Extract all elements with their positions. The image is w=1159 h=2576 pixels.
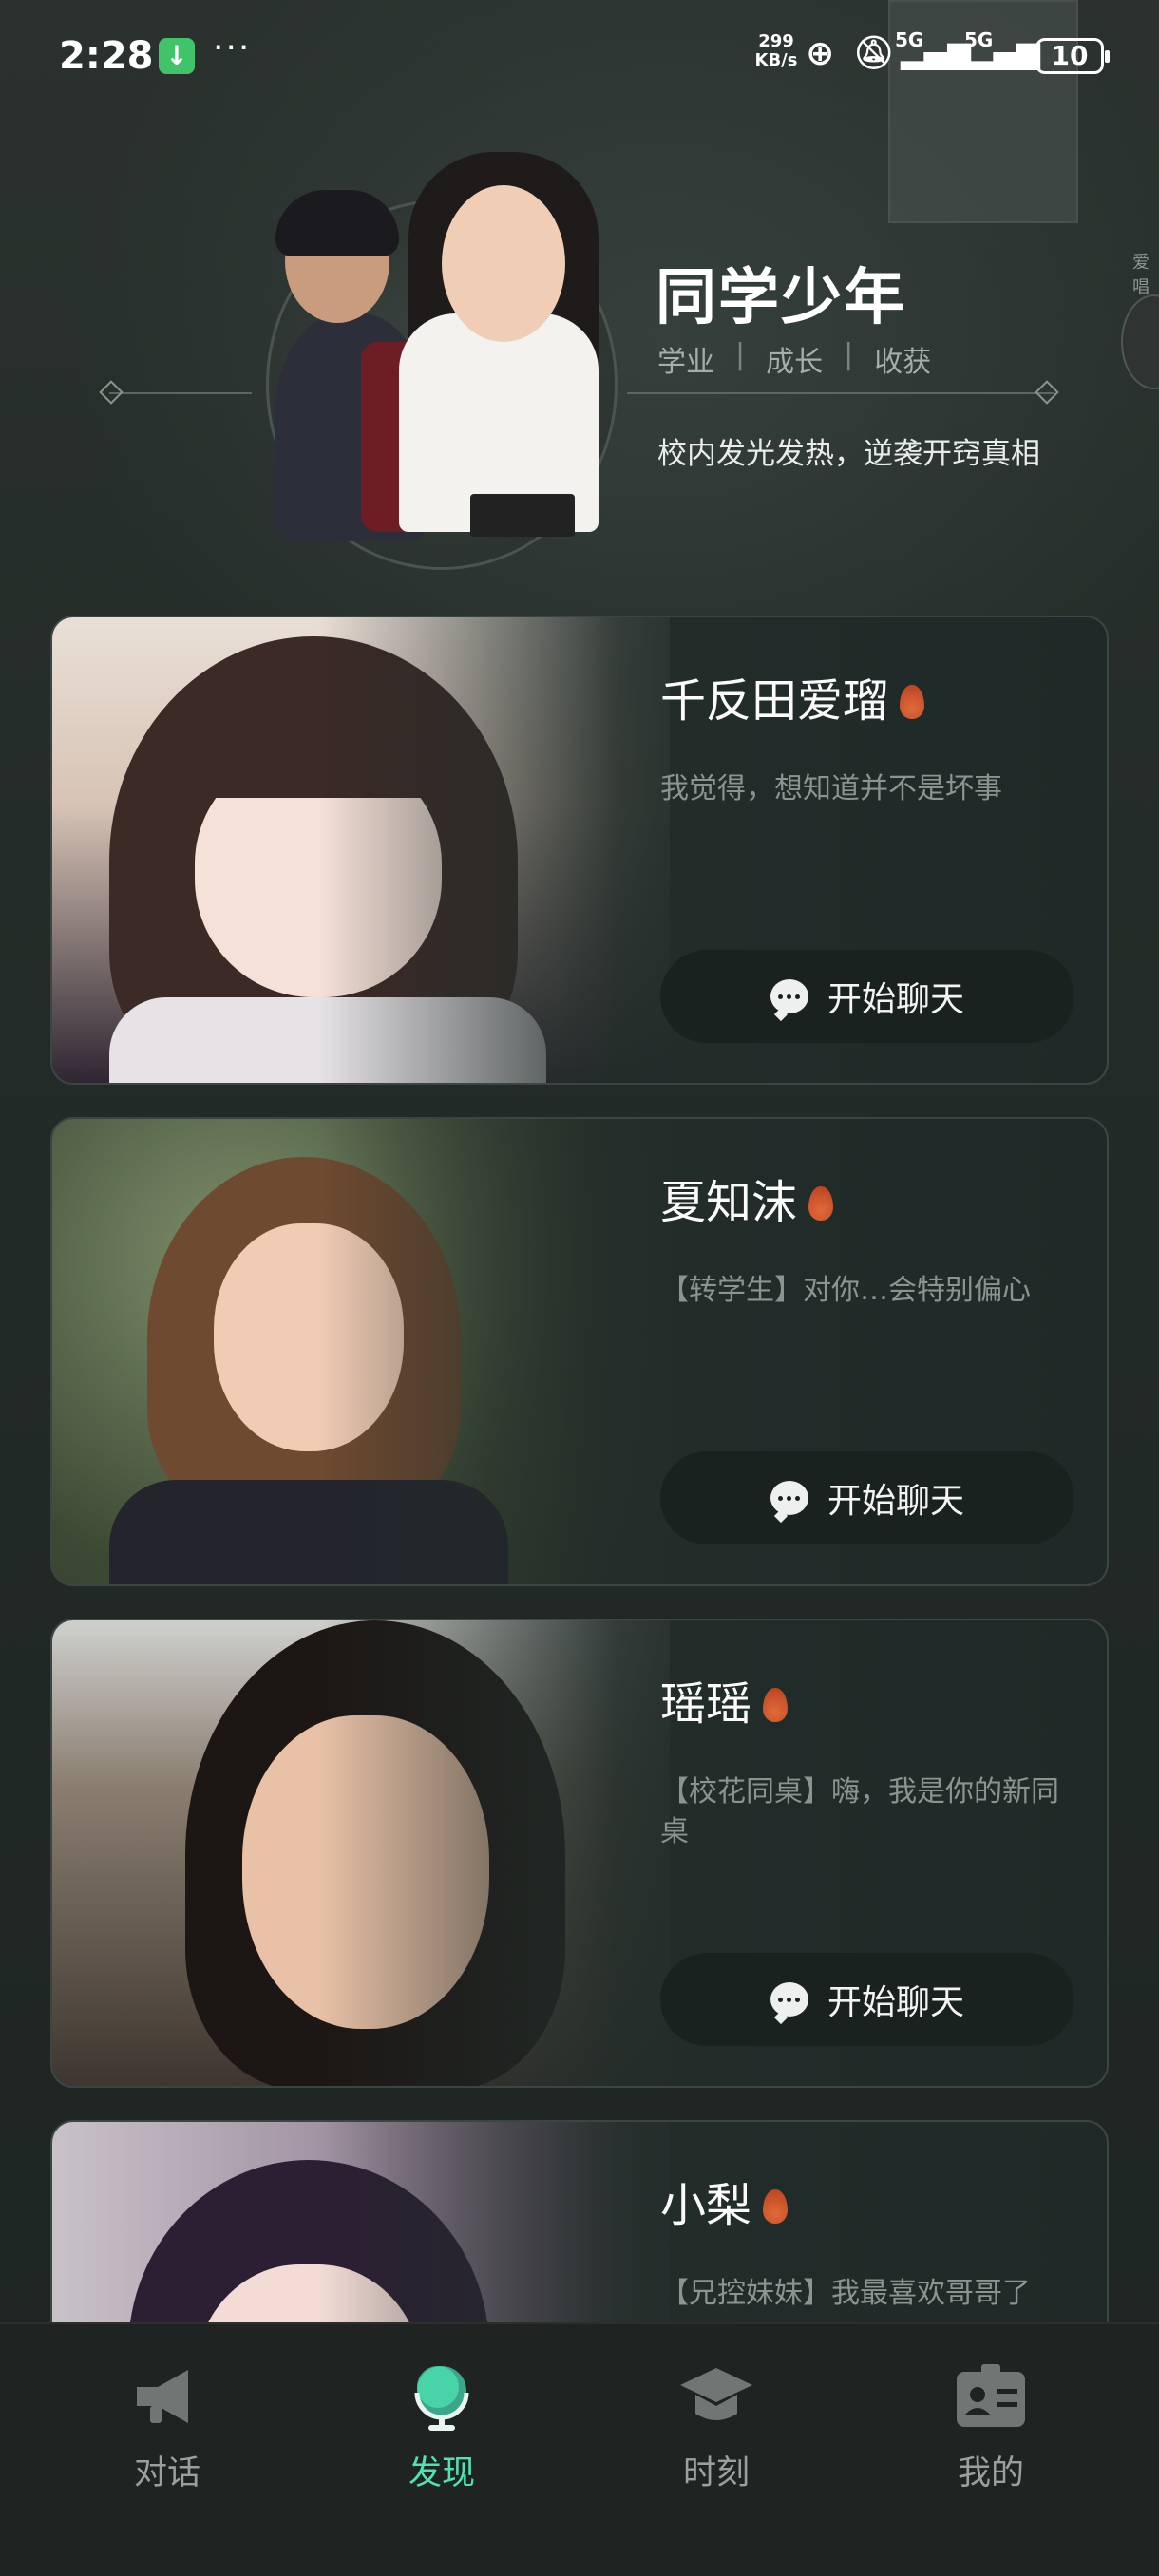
character-tagline: 【兄控妹妹】我最喜欢哥哥了: [660, 2277, 1031, 2310]
flame-icon: [900, 685, 925, 719]
network-speed-unit: KB/s: [754, 50, 798, 70]
nav-item-moments[interactable]: 时刻: [621, 2360, 811, 2494]
network-speed-value: 299: [758, 31, 794, 51]
hero-divider-left: [109, 392, 252, 394]
hero-tag: 学业: [657, 346, 714, 379]
nav-item-chat[interactable]: 对话: [72, 2360, 262, 2494]
hero-tags: 学业 | 成长 | 收获: [657, 338, 931, 380]
hero-description: 校内发光发热，逆袭开窍真相: [657, 437, 1040, 471]
flame-icon: [763, 1688, 788, 1722]
start-chat-label: 开始聊天: [826, 1983, 964, 2022]
chat-bubble-icon: [770, 979, 808, 1013]
network-speed: 299 KB/s: [752, 32, 800, 70]
chat-bubble-icon: [770, 1481, 808, 1515]
hero-divider-right: [627, 392, 1054, 394]
signal-1-icon: ▂▄▆: [901, 34, 971, 70]
nav-label: 时刻: [682, 2454, 750, 2492]
character-name-text: 小梨: [660, 2179, 752, 2232]
start-chat-label: 开始聊天: [826, 1482, 964, 1521]
hero-girl-face: [442, 185, 565, 342]
globe-icon: [404, 2360, 480, 2433]
globe-status-icon: ⊕: [806, 34, 835, 73]
character-card[interactable]: 夏知沫 【转学生】对你…会特别偏心 开始聊天: [50, 1117, 1109, 1586]
character-name-text: 千反田爱瑠: [660, 674, 889, 728]
battery-icon: 10: [1036, 38, 1110, 74]
id-card-icon: [953, 2360, 1029, 2433]
card-image-fade: [52, 1620, 717, 2086]
hero-tag: 成长: [766, 346, 824, 379]
hero-girl-skirt: [470, 494, 575, 537]
mute-icon: 🔕︎: [853, 34, 895, 72]
character-name: 瑶瑶: [660, 1666, 788, 1733]
hero-tag: 收获: [874, 346, 932, 379]
character-name: 夏知沫: [660, 1165, 834, 1231]
character-tagline: 【校花同桌】嗨，我是你的新同桌: [660, 1775, 1059, 1848]
hero-title: 同学少年: [656, 262, 906, 333]
character-name: 小梨: [660, 2168, 788, 2234]
start-chat-button[interactable]: 开始聊天: [660, 950, 1074, 1043]
character-name: 千反田爱瑠: [660, 663, 925, 729]
nav-label: 我的: [957, 2454, 1024, 2492]
nav-item-discover[interactable]: 发现: [347, 2360, 537, 2494]
graduation-cap-icon: [678, 2360, 754, 2433]
flame-icon: [763, 2189, 788, 2224]
nav-label: 发现: [408, 2454, 475, 2492]
character-name-text: 瑶瑶: [660, 1677, 752, 1731]
bottom-navigation: 对话 发现 时刻 我的: [0, 2322, 1159, 2576]
card-image-fade: [52, 617, 717, 1083]
character-tagline: 我觉得，想知道并不是坏事: [660, 772, 1002, 805]
download-icon: ↓: [159, 38, 195, 74]
megaphone-icon: [129, 2360, 205, 2433]
start-chat-button[interactable]: 开始聊天: [660, 1451, 1074, 1544]
signal-2-icon: ▂▄▆: [970, 34, 1040, 70]
flame-icon: [808, 1186, 834, 1221]
card-image-fade: [52, 1119, 717, 1584]
nav-label: 对话: [133, 2454, 200, 2492]
hero-tag-separator: |: [844, 338, 854, 371]
nav-item-profile[interactable]: 我的: [896, 2360, 1086, 2494]
status-time: 2:28: [59, 34, 154, 78]
character-card[interactable]: 千反田爱瑠 我觉得，想知道并不是坏事 开始聊天: [50, 616, 1109, 1085]
status-bar: 2:28 ↓ ··· 299 KB/s ⊕ 🔕︎ 5G ▂▄▆ 5G ▂▄▆ 1…: [0, 0, 1159, 114]
character-name-text: 夏知沫: [660, 1176, 798, 1229]
next-banner-peek-label: 爱唱: [1132, 253, 1150, 297]
start-chat-button[interactable]: 开始聊天: [660, 1953, 1074, 2046]
hero-tag-separator: |: [735, 338, 746, 371]
character-tagline: 【转学生】对你…会特别偏心: [660, 1274, 1031, 1307]
chat-bubble-icon: [770, 1982, 808, 2017]
character-card[interactable]: 瑶瑶 【校花同桌】嗨，我是你的新同桌 开始聊天: [50, 1619, 1109, 2088]
start-chat-label: 开始聊天: [826, 980, 964, 1019]
more-notifications-icon: ···: [213, 28, 252, 67]
